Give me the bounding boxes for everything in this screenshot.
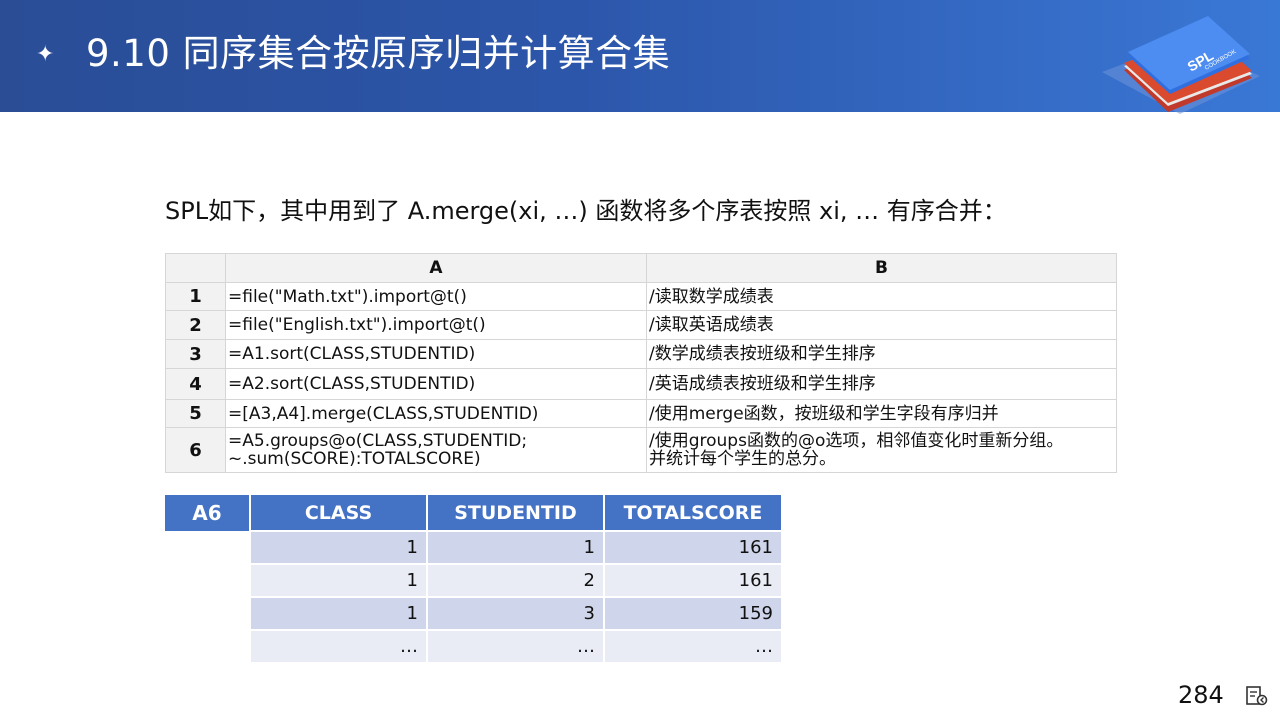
cell-a6[interactable]: =A5.groups@o(CLASS,STUDENTID; ~.sum(SCOR… [225, 427, 647, 473]
code-row: 2 =file("English.txt").import@t() /读取英语成… [165, 310, 1117, 340]
cell-line: /英语成绩表按班级和学生排序 [649, 374, 876, 394]
result-cell-label: A6 [165, 495, 250, 531]
row-number[interactable]: 2 [165, 310, 226, 340]
row-number[interactable]: 3 [165, 339, 226, 369]
page-number: 284 [1178, 681, 1224, 709]
code-row: 1 =file("Math.txt").import@t() /读取数学成绩表 [165, 282, 1117, 311]
result-cell[interactable]: 1 [249, 563, 427, 597]
cell-line: 并统计每个学生的总分。 [649, 449, 836, 469]
cell-b1[interactable]: /读取数学成绩表 [646, 282, 1117, 311]
result-cell[interactable]: … [603, 629, 781, 662]
result-cell[interactable]: 3 [426, 596, 604, 630]
result-row: 1 2 161 [165, 563, 781, 597]
slide-title: 9.10 同序集合按原序归并计算合集 [86, 32, 671, 75]
row-number[interactable]: 1 [165, 282, 226, 311]
row-number[interactable]: 6 [165, 427, 226, 473]
result-header-row: A6 CLASS STUDENTID TOTALSCORE [165, 495, 781, 531]
cell-b2[interactable]: /读取英语成绩表 [646, 310, 1117, 340]
cell-line: /读取数学成绩表 [649, 286, 774, 307]
cell-line: /使用groups函数的@o选项，相邻值变化时重新分组。 [649, 431, 1064, 451]
column-header-b[interactable]: B [646, 253, 1117, 283]
slide-header: ✦ 9.10 同序集合按原序归并计算合集 SPL COOKBOOK [0, 0, 1280, 114]
code-row: 4 =A2.sort(CLASS,STUDENTID) /英语成绩表按班级和学生… [165, 368, 1117, 400]
result-cell[interactable]: 1 [249, 530, 427, 564]
cell-a5[interactable]: =[A3,A4].merge(CLASS,STUDENTID) [225, 399, 647, 428]
cell-line: =A1.sort(CLASS,STUDENTID) [228, 344, 476, 364]
cell-line: =file("English.txt").import@t() [228, 315, 486, 335]
result-column-header[interactable]: CLASS [249, 495, 427, 531]
cell-a4[interactable]: =A2.sort(CLASS,STUDENTID) [225, 368, 647, 400]
result-cell[interactable]: … [249, 629, 427, 662]
cell-b6[interactable]: /使用groups函数的@o选项，相邻值变化时重新分组。 并统计每个学生的总分。 [646, 427, 1117, 473]
spl-cookbook-logo: SPL COOKBOOK [1102, 16, 1260, 114]
cell-line: =file("Math.txt").import@t() [228, 286, 467, 307]
code-table-header-row: A B [165, 253, 1117, 283]
code-row: 3 =A1.sort(CLASS,STUDENTID) /数学成绩表按班级和学生… [165, 339, 1117, 369]
cell-a1[interactable]: =file("Math.txt").import@t() [225, 282, 647, 311]
cell-line: /使用merge函数，按班级和学生字段有序归并 [649, 403, 999, 424]
result-cell[interactable]: 161 [603, 563, 781, 597]
spl-code-table: A B 1 =file("Math.txt").import@t() /读取数学… [165, 253, 1117, 473]
cell-b5[interactable]: /使用merge函数，按班级和学生字段有序归并 [646, 399, 1117, 428]
corner-cell [165, 253, 226, 283]
cell-line: /数学成绩表按班级和学生排序 [649, 344, 876, 364]
result-cell[interactable]: 2 [426, 563, 604, 597]
result-cell[interactable]: 1 [249, 596, 427, 630]
cell-b4[interactable]: /英语成绩表按班级和学生排序 [646, 368, 1117, 400]
result-spacer [165, 630, 250, 662]
code-row: 6 =A5.groups@o(CLASS,STUDENTID; ~.sum(SC… [165, 427, 1117, 473]
row-number[interactable]: 5 [165, 399, 226, 428]
star-bullet-icon: ✦ [36, 42, 55, 67]
cell-line: =A5.groups@o(CLASS,STUDENTID; [228, 431, 528, 451]
result-spacer [165, 597, 250, 630]
result-cell[interactable]: 159 [603, 596, 781, 630]
result-row: 1 3 159 [165, 596, 781, 630]
result-row: 1 1 161 [165, 530, 781, 564]
cell-line: =A2.sort(CLASS,STUDENTID) [228, 374, 476, 394]
cell-line: ~.sum(SCORE):TOTALSCORE) [228, 449, 481, 469]
cell-a2[interactable]: =file("English.txt").import@t() [225, 310, 647, 340]
cell-a3[interactable]: =A1.sort(CLASS,STUDENTID) [225, 339, 647, 369]
result-cell[interactable]: 1 [426, 530, 604, 564]
slide-navigation-icon[interactable] [1246, 686, 1268, 706]
result-spacer [165, 564, 250, 597]
intro-text: SPL如下，其中用到了 A.merge(xi, …) 函数将多个序表按照 xi,… [165, 197, 1007, 225]
result-column-header[interactable]: TOTALSCORE [603, 495, 781, 531]
cell-line: =[A3,A4].merge(CLASS,STUDENTID) [228, 403, 539, 424]
result-column-header[interactable]: STUDENTID [426, 495, 604, 531]
result-table: A6 CLASS STUDENTID TOTALSCORE 1 1 161 1 … [165, 495, 781, 662]
column-header-a[interactable]: A [225, 253, 647, 283]
result-row: … … … [165, 629, 781, 662]
code-row: 5 =[A3,A4].merge(CLASS,STUDENTID) /使用mer… [165, 399, 1117, 428]
result-spacer [165, 531, 250, 564]
result-cell[interactable]: … [426, 629, 604, 662]
result-cell[interactable]: 161 [603, 530, 781, 564]
cell-line: /读取英语成绩表 [649, 315, 774, 335]
row-number[interactable]: 4 [165, 368, 226, 400]
cell-b3[interactable]: /数学成绩表按班级和学生排序 [646, 339, 1117, 369]
